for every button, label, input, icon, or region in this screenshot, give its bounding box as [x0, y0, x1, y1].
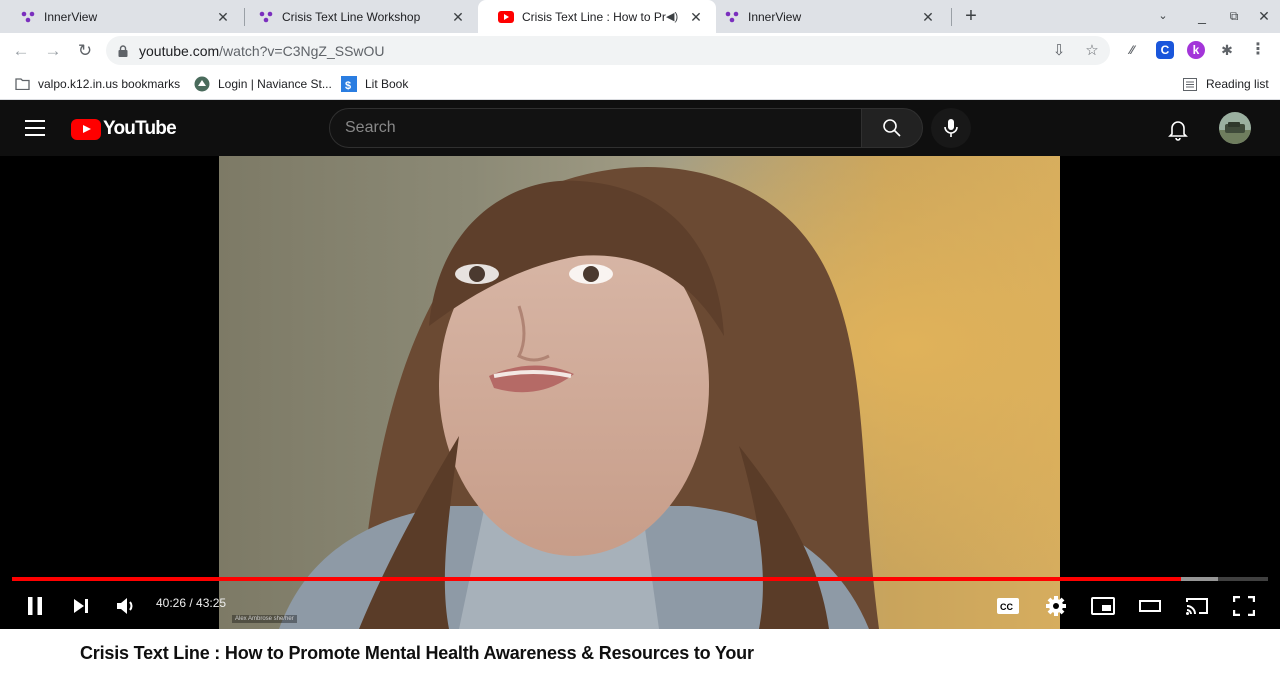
bookmark-label: Lit Book — [365, 77, 409, 91]
closed-captions-icon: CC — [997, 598, 1019, 614]
restore-icon[interactable]: ⧉ — [1222, 6, 1246, 26]
tab-innerview-1[interactable]: InnerView ✕ — [0, 0, 243, 33]
bookmark-label: Login | Naviance St... — [218, 77, 332, 91]
settings-button[interactable] — [1042, 592, 1070, 620]
tab-separator — [951, 8, 952, 26]
close-icon[interactable]: ✕ — [215, 9, 231, 25]
search-icon — [883, 119, 901, 137]
extension-c-icon[interactable]: C — [1156, 41, 1174, 59]
search-box — [329, 108, 862, 148]
avatar[interactable] — [1219, 112, 1251, 149]
new-tab-plus-icon[interactable]: + — [960, 6, 982, 28]
tab-crisis-workshop[interactable]: Crisis Text Line Workshop ✕ — [238, 0, 478, 33]
youtube-icon — [498, 9, 514, 25]
extensions-puzzle-icon[interactable]: ✱ — [1218, 41, 1236, 59]
pause-button[interactable] — [21, 592, 49, 620]
bookmark-label: valpo.k12.in.us bookmarks — [38, 77, 181, 91]
extension-k-icon[interactable]: k — [1187, 41, 1205, 59]
address-bar[interactable]: youtube.com/watch?v=C3NgZ_SSwOU ⇩ ☆ — [106, 36, 1110, 65]
video-title: Crisis Text Line : How to Promote Mental… — [80, 643, 754, 663]
close-icon[interactable]: ✕ — [920, 9, 936, 25]
search-button[interactable] — [861, 108, 923, 148]
progress-played — [12, 577, 1182, 581]
tab-label: Crisis Text Line : How to Pro — [522, 9, 666, 24]
url-path: /watch?v=C3NgZ_SSwOU — [219, 43, 385, 59]
audio-playing-icon[interactable]: ◀) — [666, 10, 682, 23]
captions-button[interactable]: CC — [994, 592, 1022, 620]
tab-search-chevron-icon[interactable]: ⌄ — [1151, 6, 1175, 26]
browser-tabstrip: InnerView ✕ Crisis Text Line Workshop ✕ … — [0, 0, 1280, 33]
bookmark-star-icon[interactable]: ☆ — [1082, 41, 1102, 61]
cc-text: CC — [1000, 602, 1013, 612]
youtube-play-logo-icon — [71, 118, 101, 140]
close-icon[interactable]: ✕ — [688, 9, 704, 25]
bookmarks-bar: valpo.k12.in.us bookmarks Login | Navian… — [0, 68, 1280, 100]
lock-icon — [118, 44, 128, 62]
innerview-icon — [724, 9, 740, 25]
video-frame[interactable] — [219, 156, 1060, 629]
svg-text:$: $ — [345, 80, 351, 92]
litbook-icon: $ — [341, 76, 357, 92]
speaker-caption: Alex Ambrose she/her — [232, 615, 297, 623]
cast-icon — [1186, 598, 1208, 615]
voice-search-button[interactable] — [931, 108, 971, 148]
folder-icon — [14, 76, 30, 92]
time-display: 40:26 / 43:25 — [156, 596, 227, 610]
reading-list-label: Reading list — [1206, 77, 1269, 91]
mute-button[interactable] — [113, 592, 141, 620]
skip-next-icon — [74, 599, 88, 613]
url-host: youtube.com — [139, 43, 220, 59]
naviance-icon — [194, 76, 210, 92]
miniplayer-button[interactable] — [1089, 592, 1117, 620]
close-icon[interactable]: ✕ — [450, 9, 466, 25]
bookmark-naviance[interactable]: Login | Naviance St... — [194, 75, 332, 93]
bookmark-litbook[interactable]: $ Lit Book — [341, 75, 408, 93]
hamburger-menu-icon[interactable] — [25, 120, 45, 136]
minimize-icon[interactable]: _ — [1190, 6, 1214, 26]
reading-list-button[interactable]: Reading list — [1182, 75, 1269, 93]
tab-label: Crisis Text Line Workshop — [282, 9, 421, 24]
volume-icon — [117, 598, 133, 614]
url-text: youtube.com/watch?v=C3NgZ_SSwOU — [139, 43, 385, 59]
innerview-icon — [20, 9, 36, 25]
youtube-logo[interactable]: YouTube — [71, 118, 177, 140]
tab-label: InnerView — [44, 9, 98, 24]
speaker-video-image — [219, 156, 1060, 629]
notifications-bell-icon[interactable] — [1166, 117, 1190, 141]
reload-icon[interactable]: ↻ — [74, 40, 96, 62]
bookmark-valpo[interactable]: valpo.k12.in.us bookmarks — [14, 75, 180, 93]
search-input[interactable] — [345, 117, 845, 139]
innerview-icon — [258, 9, 274, 25]
youtube-header: YouTube — [0, 100, 1280, 156]
video-player[interactable]: 40:26 / 43:25 Alex Ambrose she/her CC — [0, 156, 1280, 629]
theater-mode-icon — [1139, 600, 1161, 612]
fullscreen-button[interactable] — [1230, 592, 1258, 620]
menu-kebab-icon[interactable]: ⋮ — [1249, 41, 1267, 59]
progress-bar[interactable] — [12, 577, 1268, 581]
pause-icon — [28, 597, 42, 615]
tab-youtube-active[interactable]: Crisis Text Line : How to Pro ◀) ✕ — [478, 0, 716, 33]
gear-icon — [1046, 596, 1066, 616]
microphone-icon — [944, 119, 958, 137]
theater-mode-button[interactable] — [1136, 592, 1164, 620]
miniplayer-icon — [1091, 597, 1115, 615]
window-close-icon[interactable]: ✕ — [1252, 6, 1276, 26]
fullscreen-icon — [1233, 596, 1255, 616]
tab-innerview-2[interactable]: InnerView ✕ — [704, 0, 948, 33]
next-button[interactable] — [67, 592, 95, 620]
extension-wand-icon[interactable]: ⁄⁄ — [1123, 41, 1141, 59]
cast-button[interactable] — [1183, 592, 1211, 620]
install-app-icon[interactable]: ⇩ — [1049, 41, 1069, 61]
forward-arrow-icon[interactable]: → — [42, 40, 64, 62]
youtube-logo-text: YouTube — [103, 118, 177, 139]
back-arrow-icon[interactable]: ← — [10, 40, 32, 62]
tab-label: InnerView — [748, 9, 802, 24]
reading-list-icon — [1182, 76, 1198, 92]
browser-toolbar: ← → ↻ youtube.com/watch?v=C3NgZ_SSwOU ⇩ … — [0, 33, 1280, 68]
